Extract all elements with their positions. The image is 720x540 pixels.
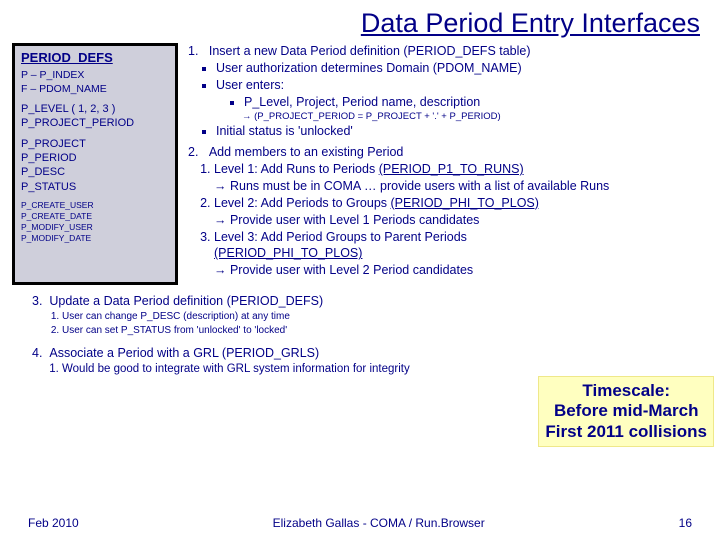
item-1-b2: User enters: xyxy=(216,78,284,92)
main-items: 1. Insert a new Data Period definition (… xyxy=(178,43,708,285)
item-4: 4. Associate a Period with a GRL (PERIOD… xyxy=(32,345,708,377)
item-2-l3: Level 3: Add Period Groups to Parent Per… xyxy=(214,229,708,280)
item-1-b3: Initial status is 'unlocked' xyxy=(216,123,708,140)
slide-title: Data Period Entry Interfaces xyxy=(0,0,720,43)
item-3-s1: User can change P_DESC (description) at … xyxy=(62,310,708,324)
item-2-l1a: → Runs must be in COMA … provide users w… xyxy=(214,178,708,195)
item-1-b1: User authorization determines Domain (PD… xyxy=(216,60,708,77)
footer-page: 16 xyxy=(679,516,692,530)
defs-g2: P_PERIOD xyxy=(21,151,169,165)
defs-group: P_PROJECT P_PERIOD P_DESC P_STATUS xyxy=(21,137,169,194)
period-defs-box: PERIOD_DEFS P – P_INDEX F – PDOM_NAME P_… xyxy=(12,43,178,285)
item-3-s2: User can set P_STATUS from 'unlocked' to… xyxy=(62,324,708,338)
item-2-l1: Level 1: Add Runs to Periods (PERIOD_P1_… xyxy=(214,161,708,195)
footer-date: Feb 2010 xyxy=(28,516,79,530)
item-2-l2a: → Provide user with Level 1 Periods cand… xyxy=(214,212,708,229)
defs-m4: P_MODIFY_DATE xyxy=(21,233,169,244)
item-2-l3u: (PERIOD_PHI_TO_PLOS) xyxy=(214,245,708,262)
defs-m2: P_CREATE_DATE xyxy=(21,211,169,222)
defs-m3: P_MODIFY_USER xyxy=(21,222,169,233)
defs-level: P_LEVEL ( 1, 2, 3 ) P_PROJECT_PERIOD xyxy=(21,102,169,131)
highlight-l1: Timescale: xyxy=(545,381,707,401)
item-3-title: Update a Data Period definition (PERIOD_… xyxy=(49,294,323,308)
defs-pk: P – P_INDEX F – PDOM_NAME xyxy=(21,69,169,96)
item-3: 3. Update a Data Period definition (PERI… xyxy=(32,293,708,337)
defs-lvl2: P_PROJECT_PERIOD xyxy=(21,116,169,130)
highlight-box: Timescale: Before mid-March First 2011 c… xyxy=(538,376,714,447)
item-1-b2a: P_Level, Project, Period name, descripti… xyxy=(244,94,708,111)
defs-g1: P_PROJECT xyxy=(21,137,169,151)
defs-meta: P_CREATE_USER P_CREATE_DATE P_MODIFY_USE… xyxy=(21,200,169,244)
defs-g3: P_DESC xyxy=(21,165,169,179)
defs-heading: PERIOD_DEFS xyxy=(21,50,169,67)
item-1-title: Insert a new Data Period definition (PER… xyxy=(209,44,531,58)
highlight-l3: First 2011 collisions xyxy=(545,422,707,442)
item-2-l2: Level 2: Add Periods to Groups (PERIOD_P… xyxy=(214,195,708,229)
defs-m1: P_CREATE_USER xyxy=(21,200,169,211)
item-4-title: Associate a Period with a GRL (PERIOD_GR… xyxy=(49,346,319,360)
defs-pk1: P – P_INDEX xyxy=(21,69,169,83)
footer: Feb 2010 Elizabeth Gallas - COMA / Run.B… xyxy=(0,516,720,530)
item-2-l3a: → Provide user with Level 2 Period candi… xyxy=(214,262,708,279)
item-2: 2. Add members to an existing Period Lev… xyxy=(188,144,708,279)
defs-g4: P_STATUS xyxy=(21,180,169,194)
item-2-title: Add members to an existing Period xyxy=(209,145,404,159)
footer-author: Elizabeth Gallas - COMA / Run.Browser xyxy=(273,516,485,530)
defs-lvl1: P_LEVEL ( 1, 2, 3 ) xyxy=(21,102,169,116)
highlight-l2: Before mid-March xyxy=(545,401,707,421)
item-1: 1. Insert a new Data Period definition (… xyxy=(188,43,708,140)
defs-pk2: F – PDOM_NAME xyxy=(21,83,169,97)
item-1-b2b: → (P_PROJECT_PERIOD = P_PROJECT + '.' + … xyxy=(216,111,708,124)
lower-items: 3. Update a Data Period definition (PERI… xyxy=(0,285,720,377)
